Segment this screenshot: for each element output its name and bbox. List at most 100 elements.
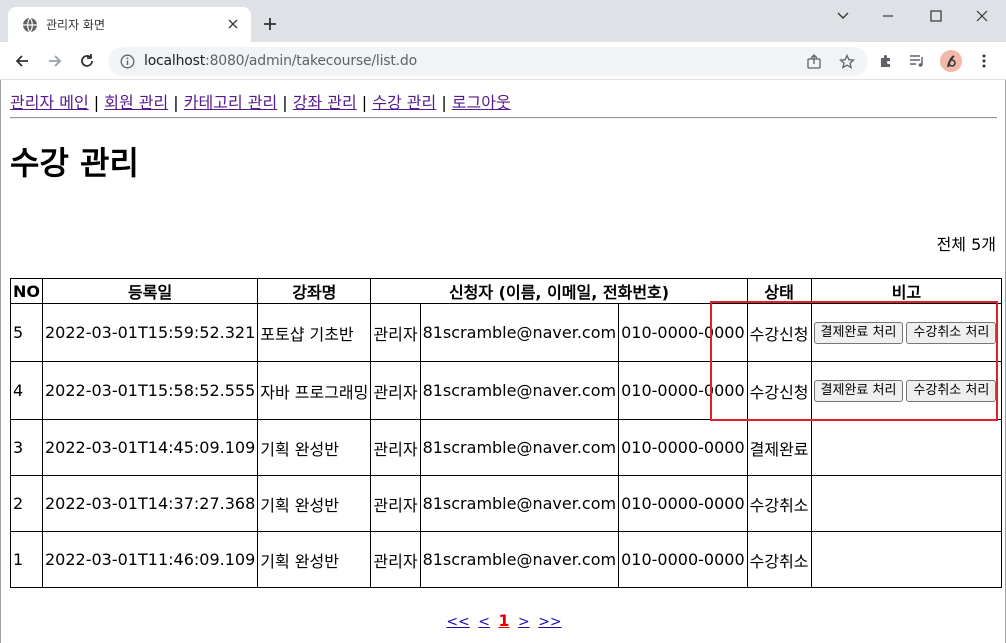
bookmark-star-icon[interactable]	[839, 54, 855, 70]
cell-date: 2022-03-01T15:59:52.321	[41, 303, 259, 362]
browser-toolbar: localhost:8080/admin/takecourse/list.do	[0, 42, 1006, 80]
cell-status: 수강취소	[746, 531, 812, 588]
nav-link-enrollment-management[interactable]: 수강 관리	[372, 93, 436, 112]
nav-separator: |	[356, 93, 373, 112]
cell-note	[810, 475, 1003, 532]
column-header-applicant: 신청자 (이름, 이메일, 전화번호)	[370, 278, 748, 304]
cell-date: 2022-03-01T14:37:27.368	[41, 475, 259, 532]
cell-no: 5	[10, 303, 43, 362]
cell-status: 결제완료	[746, 419, 812, 476]
cell-applicant-phone: 010-0000-0000	[618, 419, 748, 476]
tab-search-chevron-icon[interactable]	[823, 6, 863, 26]
extensions-puzzle-icon[interactable]	[878, 53, 894, 69]
cell-applicant-email: 81scramble@naver.com	[419, 531, 620, 588]
more-menu-icon[interactable]	[976, 53, 992, 69]
globe-icon	[23, 17, 37, 33]
cell-no: 4	[10, 361, 43, 420]
nav-separator: |	[436, 93, 452, 112]
cell-applicant-email: 81scramble@naver.com	[419, 303, 620, 362]
nav-separator: |	[88, 93, 105, 112]
table-row: 5 2022-03-01T15:59:52.321 포토샵 기초반 관리자 81…	[10, 303, 1003, 362]
minimize-icon[interactable]	[868, 6, 908, 26]
table-row: 1 2022-03-01T11:46:09.109 기획 완성반 관리자 81s…	[10, 531, 1003, 588]
cell-note: 결제완료 처리 수강취소 처리	[810, 361, 1003, 420]
maximize-icon[interactable]	[916, 6, 956, 26]
cell-applicant-email: 81scramble@naver.com	[419, 419, 620, 476]
cell-course: 자바 프로그래밍	[257, 361, 372, 420]
cell-applicant-name: 관리자	[370, 531, 421, 588]
first-page-link[interactable]: <<	[446, 614, 469, 630]
close-tab-icon[interactable]	[227, 18, 239, 30]
cell-course: 기획 완성반	[257, 419, 372, 476]
nav-separator: |	[277, 93, 293, 112]
column-header-date: 등록일	[41, 278, 259, 304]
next-page-link[interactable]: >	[518, 614, 530, 630]
url-host: localhost	[144, 53, 206, 69]
avatar-icon	[940, 50, 962, 72]
total-count: 전체 5개	[936, 235, 996, 254]
cancel-enrollment-button[interactable]: 수강취소 처리	[906, 322, 997, 344]
cell-applicant-phone: 010-0000-0000	[618, 531, 748, 588]
nav-link-logout[interactable]: 로그아웃	[452, 93, 511, 112]
table-header-row: NO 등록일 강좌명 신청자 (이름, 이메일, 전화번호) 상태 비고	[10, 278, 1003, 304]
cell-no: 3	[10, 419, 43, 476]
cell-status: 수강신청	[746, 303, 812, 362]
cell-note	[810, 531, 1003, 588]
cell-applicant-name: 관리자	[370, 475, 421, 532]
nav-link-course-management[interactable]: 강좌 관리	[293, 93, 357, 112]
cell-note: 결제완료 처리 수강취소 처리	[810, 303, 1003, 362]
last-page-link[interactable]: >>	[538, 614, 561, 630]
media-queue-icon[interactable]	[909, 53, 925, 69]
cell-status: 수강신청	[746, 361, 812, 420]
cell-date: 2022-03-01T11:46:09.109	[41, 531, 259, 588]
current-page-link[interactable]: 1	[498, 611, 509, 630]
prev-page-link[interactable]: <	[478, 614, 490, 630]
nav-link-category-management[interactable]: 카테고리 관리	[184, 93, 277, 112]
window-close-icon[interactable]	[962, 6, 1002, 26]
cell-course: 기획 완성반	[257, 531, 372, 588]
nav-link-member-management[interactable]: 회원 관리	[104, 93, 168, 112]
cell-course: 포토샵 기초반	[257, 303, 372, 362]
column-header-status: 상태	[746, 278, 812, 304]
nav-link-admin-main[interactable]: 관리자 메인	[10, 93, 89, 112]
cancel-enrollment-button[interactable]: 수강취소 처리	[906, 380, 997, 402]
column-header-course: 강좌명	[257, 278, 372, 304]
site-info-icon[interactable]	[120, 54, 135, 69]
profile-avatar[interactable]	[940, 50, 962, 72]
admin-nav-menu: 관리자 메인 | 회원 관리 | 카테고리 관리 | 강좌 관리 | 수강 관리…	[10, 89, 511, 113]
new-tab-icon[interactable]	[262, 16, 278, 32]
page-title: 수강 관리	[10, 144, 139, 182]
forward-arrow-icon[interactable]	[47, 53, 63, 69]
pagination: << < 1 > >>	[1, 611, 1006, 630]
browser-titlebar: 관리자 화면	[0, 0, 1006, 42]
share-icon[interactable]	[806, 54, 822, 70]
cell-applicant-name: 관리자	[370, 419, 421, 476]
cell-status: 수강취소	[746, 475, 812, 532]
table-row: 3 2022-03-01T14:45:09.109 기획 완성반 관리자 81s…	[10, 419, 1003, 476]
cell-course: 기획 완성반	[257, 475, 372, 532]
cell-note	[810, 419, 1003, 476]
cell-date: 2022-03-01T15:58:52.555	[41, 361, 259, 420]
cell-applicant-email: 81scramble@naver.com	[419, 475, 620, 532]
cell-no: 1	[10, 531, 43, 588]
url-text[interactable]: localhost:8080/admin/takecourse/list.do	[144, 53, 417, 69]
cell-applicant-phone: 010-0000-0000	[618, 475, 748, 532]
browser-tab[interactable]: 관리자 화면	[8, 7, 251, 42]
cell-applicant-name: 관리자	[370, 361, 421, 420]
table-row: 4 2022-03-01T15:58:52.555 자바 프로그래밍 관리자 8…	[10, 361, 1003, 420]
cell-applicant-phone: 010-0000-0000	[618, 303, 748, 362]
cell-applicant-phone: 010-0000-0000	[618, 361, 748, 420]
cell-applicant-name: 관리자	[370, 303, 421, 362]
mark-paid-button[interactable]: 결제완료 처리	[813, 380, 904, 402]
table-row: 2 2022-03-01T14:37:27.368 기획 완성반 관리자 81s…	[10, 475, 1003, 532]
column-header-no: NO	[10, 278, 43, 304]
tab-title: 관리자 화면	[46, 18, 106, 32]
address-bar[interactable]: localhost:8080/admin/takecourse/list.do	[108, 47, 868, 76]
divider	[10, 117, 997, 119]
reload-icon[interactable]	[79, 53, 95, 69]
back-arrow-icon[interactable]	[14, 53, 30, 69]
cell-applicant-email: 81scramble@naver.com	[419, 361, 620, 420]
enrollment-table: NO 등록일 강좌명 신청자 (이름, 이메일, 전화번호) 상태 비고 5 2…	[10, 278, 1003, 588]
mark-paid-button[interactable]: 결제완료 처리	[813, 322, 904, 344]
cell-no: 2	[10, 475, 43, 532]
